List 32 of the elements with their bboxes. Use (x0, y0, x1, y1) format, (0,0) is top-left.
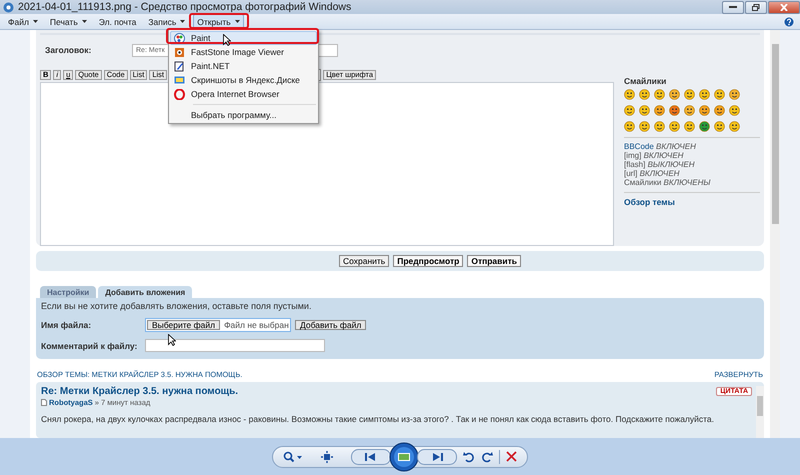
topic-review-link[interactable]: Обзор темы (624, 197, 760, 207)
action-button[interactable]: Сохранить (339, 255, 390, 268)
action-button[interactable]: Отправить (467, 255, 521, 268)
tab[interactable]: Добавить вложения (98, 286, 192, 298)
menu-item[interactable]: Печать (46, 14, 91, 29)
field-label: Комментарий к файлу: (41, 340, 138, 351)
field-label: Заголовок: (44, 45, 92, 55)
bbcode-status: BBCode ВКЛЮЧЕН (624, 142, 697, 151)
no-file-text: Файл не выбран (224, 320, 289, 330)
bbcode-status: [flash] ВЫКЛЮЧЕН (624, 160, 696, 169)
window-title: 2021-04-01_111913.png - Средство просмотра фотографий Windows (18, 1, 352, 13)
bbcode-status: [img] ВКЛЮЧЕН (624, 151, 684, 160)
post-text: Снял рокера, на двух кулочках распредвала износ - раковины. Возможны такие симптомы из-за этого? . Так и не понял как сюда вставить фото. Подскажите пожалуйста. (41, 414, 716, 424)
post-title: Re: Метки Крайслер 3.5. нужна помощь. (41, 386, 238, 398)
menu-item[interactable]: FastStone Image Viewer (170, 45, 317, 59)
add-file-button[interactable]: Добавить файл (295, 320, 366, 330)
menu-item[interactable]: Выбрать программу... (170, 108, 317, 122)
action-button[interactable]: Предпросмотр (393, 255, 464, 268)
menu-item[interactable]: Файл (4, 14, 42, 29)
menu-item[interactable]: Эл. почта (94, 14, 140, 29)
menu-item[interactable]: Paint.NET (170, 59, 317, 73)
bbcode-status: [url] ВКЛЮЧЕН (624, 169, 680, 178)
choose-file-button[interactable]: Выберите файл (147, 320, 220, 330)
tab[interactable]: Настройки (40, 286, 96, 298)
bbcode-status: Смайлики ВКЛЮЧЕНЫ (624, 178, 712, 187)
menu-item[interactable]: Запись (144, 14, 190, 29)
field-label: Имя файла: (41, 320, 92, 330)
smilies-heading: Смайлики (624, 76, 668, 86)
menu-item[interactable]: Скриншоты в Яндекс.Диске (170, 73, 317, 87)
menu-item[interactable]: Opera Internet Browser (170, 87, 317, 101)
hint-text: Если вы не хотите добавлять вложения, оставьте поля пустыми. (41, 301, 312, 312)
file-input[interactable]: Выберите файл Файл не выбран (145, 318, 291, 332)
